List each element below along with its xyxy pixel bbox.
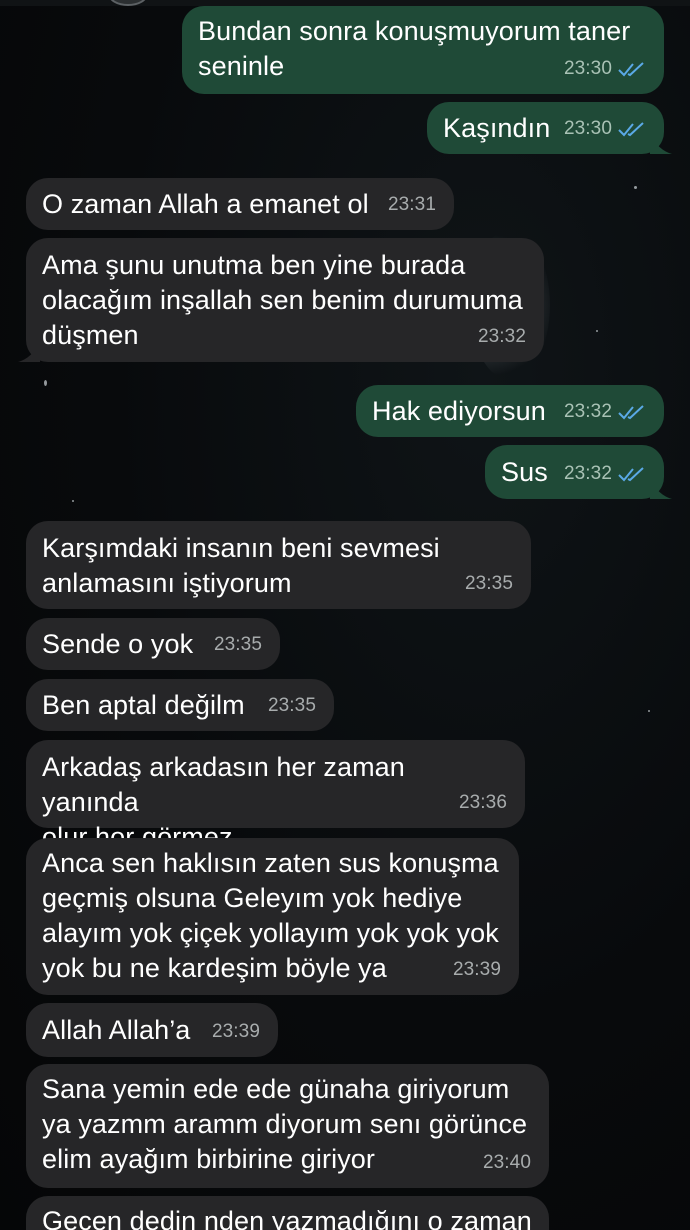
- message-bubble-incoming[interactable]: Karşımdaki insanın beni sevmesi anlaması…: [26, 521, 531, 609]
- message-meta: 23:36: [459, 785, 507, 820]
- message-bubble-incoming[interactable]: Anca sen haklısın zaten sus konuşma geçm…: [26, 838, 519, 995]
- message-time: 23:39: [211, 1021, 260, 1042]
- message-meta: 23:35: [214, 627, 262, 662]
- message-bubble-incoming[interactable]: Geçen dedin nden yazmadığını o zaman: [26, 1196, 549, 1230]
- double-check-icon: [618, 404, 644, 419]
- message-bubble-incoming[interactable]: Arkadaş arkadasın her zaman yanında olur…: [26, 740, 525, 852]
- message-text: Geçen dedin nden yazmadığını o zaman: [42, 1206, 532, 1230]
- message-text: Sana yemin ede ede günaha giriyorum ya y…: [42, 1074, 528, 1174]
- message-meta: 23:39: [453, 952, 501, 987]
- message-time: 23:30: [563, 118, 612, 139]
- message-meta: 23:35: [465, 566, 513, 601]
- message-time: 23:40: [482, 1152, 531, 1173]
- message-meta: 23:30: [564, 111, 646, 146]
- message-text: Ama şunu unutma ben yine burada olacağım…: [42, 250, 523, 350]
- double-check-icon: [618, 121, 644, 136]
- message-text: Karşımdaki insanın beni sevmesi anlaması…: [42, 533, 440, 598]
- message-bubble-outgoing[interactable]: Kaşındın 23:30: [427, 102, 672, 154]
- chat-screen: Bundan sonra konuşmuyorum taner seninle …: [0, 0, 690, 1230]
- message-bubble-incoming[interactable]: O zaman Allah a emanet ol 23:31: [26, 178, 454, 230]
- message-time: 23:35: [267, 695, 316, 716]
- message-bubble-incoming[interactable]: Ben aptal değilm 23:35: [26, 679, 334, 731]
- message-bubble-incoming[interactable]: Sende o yok 23:35: [26, 618, 280, 670]
- wallpaper-star: [596, 330, 598, 332]
- message-meta: 23:32: [564, 394, 646, 429]
- wallpaper-star: [72, 500, 74, 502]
- message-meta: 23:31: [388, 187, 436, 222]
- message-time: 23:32: [563, 401, 612, 422]
- message-time: 23:35: [213, 634, 262, 655]
- message-bubble-outgoing[interactable]: Hak ediyorsun 23:32: [356, 385, 664, 437]
- double-check-icon: [618, 61, 644, 76]
- message-time: 23:35: [464, 573, 513, 594]
- message-time: 23:32: [563, 463, 612, 484]
- message-time: 23:32: [477, 326, 526, 347]
- wallpaper-star: [648, 710, 650, 712]
- bubble-tail: [18, 342, 40, 362]
- message-bubble-outgoing[interactable]: Bundan sonra konuşmuyorum taner seninle …: [182, 6, 664, 94]
- bubble-tail: [650, 479, 672, 499]
- double-check-icon: [618, 466, 644, 481]
- message-bubble-incoming[interactable]: Allah Allah’a 23:39: [26, 1003, 278, 1057]
- message-meta: 23:32: [564, 456, 646, 491]
- message-bubble-incoming[interactable]: Sana yemin ede ede günaha giriyorum ya y…: [26, 1064, 549, 1188]
- message-meta: 23:35: [268, 688, 316, 723]
- message-time: 23:36: [458, 792, 507, 813]
- message-text: Anca sen haklısın zaten sus konuşma geçm…: [42, 848, 499, 983]
- message-meta: 23:40: [483, 1145, 531, 1180]
- bubble-tail: [650, 134, 672, 154]
- message-meta: 23:30: [564, 51, 646, 86]
- wallpaper-star: [44, 380, 47, 386]
- message-time: 23:31: [387, 194, 436, 215]
- message-bubble-incoming[interactable]: Ama şunu unutma ben yine burada olacağım…: [18, 238, 544, 362]
- message-text: O zaman Allah a emanet ol: [42, 189, 369, 219]
- message-time: 23:30: [563, 58, 612, 79]
- message-meta: 23:32: [478, 319, 526, 354]
- message-meta: 23:39: [212, 1014, 260, 1049]
- message-bubble-outgoing[interactable]: Sus 23:32: [485, 445, 672, 499]
- wallpaper-star: [634, 186, 637, 189]
- message-time: 23:39: [452, 959, 501, 980]
